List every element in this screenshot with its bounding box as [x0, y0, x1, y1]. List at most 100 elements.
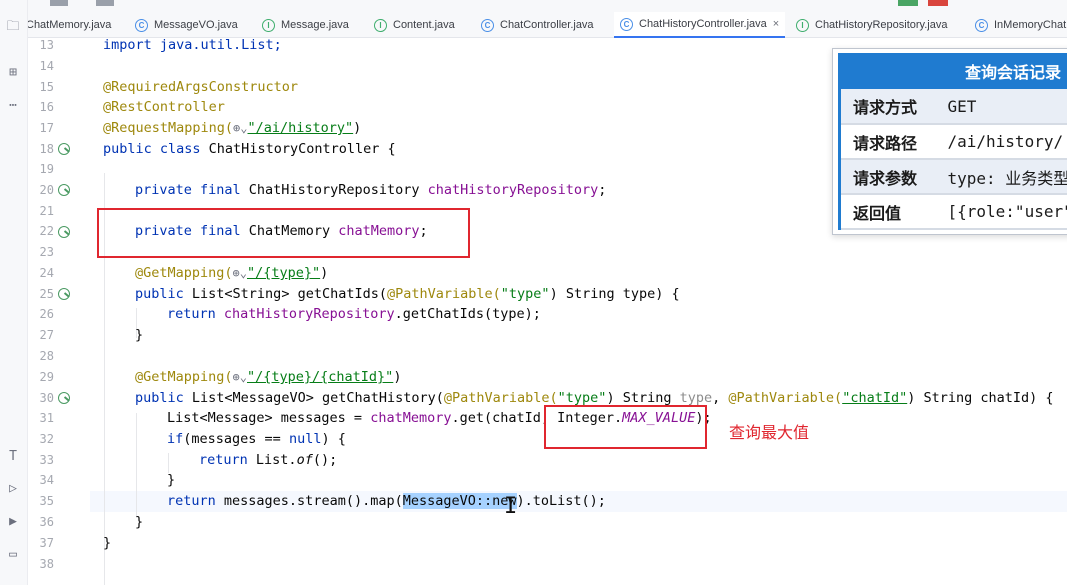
line-number: 34: [39, 473, 54, 487]
table-row: 请求参数 type: 业务类型: [839, 159, 1067, 195]
code-token: ChatHistoryRepository: [240, 182, 428, 198]
globe-icon[interactable]: ⊕⌄: [233, 263, 247, 283]
line-number: 37: [39, 536, 54, 550]
code-token: private final: [135, 182, 241, 198]
code-token: @PathVariable(: [443, 390, 558, 406]
api-info-overlay: 查询会话记录 请求方式 GET 请求路径 /ai/history/ 请求参数 t…: [832, 48, 1067, 235]
run-icon[interactable]: ▷: [5, 480, 21, 496]
line-number: 31: [39, 411, 54, 425]
tab-chatcontroller[interactable]: C ChatController.java: [481, 12, 594, 38]
code-line-18: public class ChatHistoryController {: [103, 139, 396, 159]
table-title: 查询会话记录: [965, 63, 1062, 82]
code-line-24: @GetMapping(⊕⌄"/{type}"): [135, 263, 328, 283]
tab-label: InMemoryChat: [994, 19, 1067, 31]
line-number: 22: [39, 224, 54, 238]
line-number: 21: [39, 204, 54, 218]
code-token: ): [393, 369, 402, 385]
code-line-25: public List<String> getChatIds(@PathVari…: [135, 284, 680, 304]
bean-icon[interactable]: [58, 184, 70, 196]
globe-icon[interactable]: ⊕⌄: [233, 118, 247, 138]
toolbar-fragment: [50, 0, 68, 6]
code-token: public class: [103, 141, 201, 157]
globe-icon[interactable]: ⊕⌄: [233, 367, 247, 387]
code-token: (messages ==: [183, 431, 289, 447]
code-token: chatHistoryRepository: [215, 306, 395, 322]
code-token: "type": [557, 390, 607, 406]
tab-label: ChatHistoryController.java: [639, 18, 767, 30]
code-token: "/{type}": [247, 265, 321, 281]
folder-icon[interactable]: 🗀: [5, 19, 21, 36]
code-token: ) String: [606, 390, 680, 406]
selected-text[interactable]: MessageVO::new: [402, 493, 517, 509]
tab-label: MessageVO.java: [154, 19, 238, 31]
code-token: "/ai/history": [247, 120, 354, 136]
line-number: 30: [39, 391, 54, 405]
code-token: ChatHistoryController {: [200, 141, 396, 157]
line-number: 38: [39, 557, 54, 571]
structure-icon[interactable]: ⊞: [5, 64, 21, 80]
debug-icon[interactable]: ▶: [5, 513, 21, 529]
text-cursor-icon: I: [504, 494, 518, 519]
endpoint-icon[interactable]: [58, 288, 70, 300]
tab-chathistoryrepository[interactable]: I ChatHistoryRepository.java: [796, 12, 947, 38]
line-number: 29: [39, 370, 54, 384]
code-token: ) String chatId) {: [907, 390, 1054, 406]
line-number: 25: [39, 287, 54, 301]
code-token: List<String> getChatIds(: [183, 286, 387, 302]
code-token: public: [135, 286, 184, 302]
highlight-box-chatmemory-field: [97, 208, 470, 258]
tab-chathistorycontroller[interactable]: C ChatHistoryController.java ×: [614, 12, 786, 38]
class-icon: C: [975, 18, 988, 32]
code-token: ): [353, 120, 362, 136]
code-token: List.: [247, 452, 297, 468]
build-icon[interactable]: T: [5, 448, 21, 464]
class-icon: C: [135, 18, 148, 32]
code-token: ).toList();: [516, 493, 606, 509]
toolbar-fragment: [928, 0, 948, 6]
tab-label: Content.java: [393, 19, 455, 31]
table-header: 查询会话记录: [839, 53, 1067, 89]
line-number: 28: [39, 349, 54, 363]
close-icon[interactable]: ×: [773, 18, 779, 30]
bean-icon[interactable]: [58, 226, 70, 238]
interface-icon: I: [796, 18, 809, 32]
code-line-13: import java.util.List;: [103, 38, 282, 55]
code-token: chatMemory: [370, 410, 452, 426]
code-token: ) String type) {: [549, 286, 680, 302]
tab-content[interactable]: I Content.java: [374, 12, 455, 38]
line-number: 18: [39, 142, 54, 156]
bean-icon[interactable]: [58, 143, 70, 155]
line-number: 32: [39, 432, 54, 446]
code-token: chatHistoryRepository: [427, 182, 599, 198]
line-number: 17: [39, 121, 54, 135]
code-token: @GetMapping(: [135, 369, 233, 385]
code-token: messages.stream().map(: [215, 493, 403, 509]
tab-messagevo[interactable]: C MessageVO.java: [135, 12, 238, 38]
class-icon: C: [620, 17, 633, 31]
tab-inmemorychat[interactable]: C InMemoryChat: [975, 12, 1066, 38]
code-token: return: [167, 306, 216, 322]
code-token: List<MessageVO> getChatHistory(: [183, 390, 444, 406]
toolbar-fragment: [96, 0, 114, 6]
tab-message[interactable]: I Message.java: [262, 12, 349, 38]
line-number: 16: [39, 100, 54, 114]
code-line-34: }: [167, 470, 175, 490]
more-icon[interactable]: ⋯: [5, 97, 21, 113]
code-token: @RequiredArgsConstructor: [103, 79, 299, 95]
line-number: 26: [39, 307, 54, 321]
code-token: @RestController: [103, 99, 225, 115]
code-token: }: [135, 327, 144, 343]
table-cell-key: 请求方式: [839, 89, 944, 125]
line-number: 27: [39, 328, 54, 342]
code-line-17: @RequestMapping(⊕⌄"/ai/history"): [103, 118, 361, 138]
code-token: "type": [500, 286, 550, 302]
terminal-icon[interactable]: ▭: [5, 546, 21, 562]
endpoint-icon[interactable]: [58, 392, 70, 404]
indent-guide: [136, 413, 137, 518]
code-token: ();: [312, 452, 338, 468]
code-token: ;: [598, 182, 607, 198]
line-number: 19: [39, 162, 54, 176]
code-line-32: if(messages == null) {: [167, 429, 346, 449]
code-token: @GetMapping(: [135, 265, 233, 281]
api-info-table: 查询会话记录 请求方式 GET 请求路径 /ai/history/ 请求参数 t…: [838, 53, 1067, 230]
